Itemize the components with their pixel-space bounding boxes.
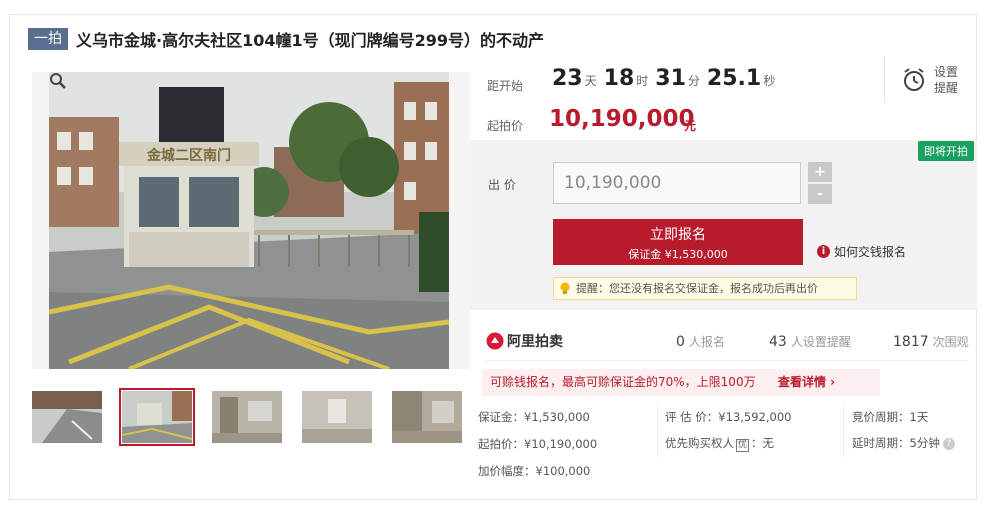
countdown: 23 天 18 时 31 分 25.1 秒 bbox=[552, 66, 782, 91]
help-icon[interactable]: ? bbox=[942, 437, 955, 450]
gate-photo bbox=[122, 391, 192, 443]
road-photo bbox=[32, 391, 102, 443]
increase-bid-button[interactable]: + bbox=[808, 162, 832, 182]
divider bbox=[657, 403, 658, 457]
countdown-days: 23 bbox=[552, 66, 583, 91]
stat-reminders: 43 人设置提醒 bbox=[769, 333, 851, 350]
credit-promo-text: 可赊钱报名，最高可赊保证金的70%，上限100万 bbox=[490, 375, 756, 389]
view-details-link[interactable]: 查看详情 › bbox=[778, 369, 835, 396]
lightbulb-icon bbox=[560, 282, 570, 294]
priority-buyer-info: 优先购买权人优：无 bbox=[665, 435, 774, 452]
deposit-label: 保证金 ¥1,530,000 bbox=[628, 248, 728, 261]
decrease-bid-button[interactable]: - bbox=[808, 184, 832, 204]
divider bbox=[486, 360, 968, 361]
deposit-tip-text: 提醒：您还没有报名交保证金，报名成功后再出价 bbox=[576, 282, 818, 295]
deposit-info: 保证金：¥1,530,000 bbox=[478, 410, 590, 424]
room-photo-3 bbox=[392, 391, 462, 443]
stat-value: 1817 bbox=[893, 334, 929, 350]
increment-info: 加价幅度：¥100,000 bbox=[478, 464, 591, 478]
how-to-register-link[interactable]: i 如何交钱报名 bbox=[817, 243, 906, 260]
thumbnail-road[interactable] bbox=[32, 391, 102, 443]
bid-panel: 即将开拍 出 价 10,190,000 + - 立即报名 保证金 ¥1,530,… bbox=[470, 140, 977, 310]
title-row: 一拍 义乌市金城·高尔夫社区104幢1号（现门牌编号299号）的不动产 bbox=[28, 27, 544, 51]
start-price-info: 起拍价：¥10,190,000 bbox=[478, 437, 598, 451]
info-icon: i bbox=[817, 245, 830, 258]
platform-name: 阿里拍卖 bbox=[507, 334, 563, 350]
stat-value: 43 bbox=[769, 334, 787, 350]
main-photo[interactable]: 金城二区南门 bbox=[32, 72, 470, 369]
deposit-tip: 提醒：您还没有报名交保证金，报名成功后再出价 bbox=[553, 277, 857, 300]
room-photo-2 bbox=[302, 391, 372, 443]
bid-label: 出 价 bbox=[488, 178, 516, 192]
divider bbox=[884, 56, 885, 102]
countdown-seconds: 25.1 bbox=[706, 66, 762, 91]
start-price-value: 10,190,000 bbox=[549, 106, 695, 132]
priority-badge: 优 bbox=[736, 439, 750, 452]
divider bbox=[843, 403, 844, 457]
thumbnail-room-3[interactable] bbox=[392, 391, 462, 443]
countdown-label: 距开始 bbox=[487, 79, 524, 93]
auction-round-tag: 一拍 bbox=[28, 28, 68, 50]
stat-unit: 人设置提醒 bbox=[790, 335, 851, 349]
ali-auction-icon bbox=[486, 332, 504, 350]
delay-cycle-label: 延时周期：5分钟 bbox=[852, 436, 940, 450]
bid-stepper: + - bbox=[808, 162, 832, 204]
thumbnail-room-1[interactable] bbox=[212, 391, 282, 443]
bid-cycle-info: 竞价周期：1天 bbox=[852, 410, 929, 424]
register-now-label: 立即报名 bbox=[650, 227, 706, 243]
bid-amount-field[interactable]: 10,190,000 bbox=[553, 162, 801, 204]
delay-cycle-info: 延时周期：5分钟? bbox=[852, 435, 955, 451]
how-to-register-label: 如何交钱报名 bbox=[834, 245, 907, 259]
stat-registrations: 0 人报名 bbox=[676, 333, 725, 350]
days-unit: 天 bbox=[584, 74, 597, 88]
gate-house-photo: 金城二区南门 bbox=[49, 72, 449, 369]
room-photo-1 bbox=[212, 391, 282, 443]
countdown-hours: 18 bbox=[603, 66, 635, 91]
start-price-unit: 元 bbox=[684, 119, 697, 133]
stat-unit: 人报名 bbox=[688, 335, 725, 349]
stat-views: 1817 次围观 bbox=[893, 333, 969, 350]
alarm-clock-icon bbox=[904, 68, 924, 91]
thumbnail-gate[interactable] bbox=[119, 388, 195, 446]
ali-auction-logo: 阿里拍卖 bbox=[486, 331, 563, 351]
gate-sign: 金城二区南门 bbox=[146, 147, 231, 164]
hours-unit: 时 bbox=[636, 74, 649, 88]
priority-buyer-label: 优先购买权人 bbox=[665, 436, 734, 450]
set-reminder-label: 设置提醒 bbox=[934, 65, 959, 95]
countdown-minutes: 31 bbox=[655, 66, 686, 91]
zoom-icon[interactable] bbox=[49, 72, 67, 90]
stat-value: 0 bbox=[676, 334, 685, 350]
start-price-label: 起拍价 bbox=[487, 119, 524, 133]
stat-unit: 次围观 bbox=[932, 335, 969, 349]
page-title: 义乌市金城·高尔夫社区104幢1号（现门牌编号299号）的不动产 bbox=[76, 31, 545, 50]
appraisal-info: 评 估 价：¥13,592,000 bbox=[665, 410, 792, 424]
priority-buyer-value: ：无 bbox=[751, 436, 775, 450]
seconds-unit: 秒 bbox=[763, 74, 776, 88]
credit-promo-banner: 可赊钱报名，最高可赊保证金的70%，上限100万 查看详情 › bbox=[482, 369, 880, 396]
register-now-button[interactable]: 立即报名 保证金 ¥1,530,000 bbox=[553, 219, 803, 265]
set-reminder-button[interactable]: 设置提醒 bbox=[902, 64, 964, 96]
status-badge: 即将开拍 bbox=[918, 141, 974, 161]
minutes-unit: 分 bbox=[687, 74, 700, 88]
thumbnail-room-2[interactable] bbox=[302, 391, 372, 443]
